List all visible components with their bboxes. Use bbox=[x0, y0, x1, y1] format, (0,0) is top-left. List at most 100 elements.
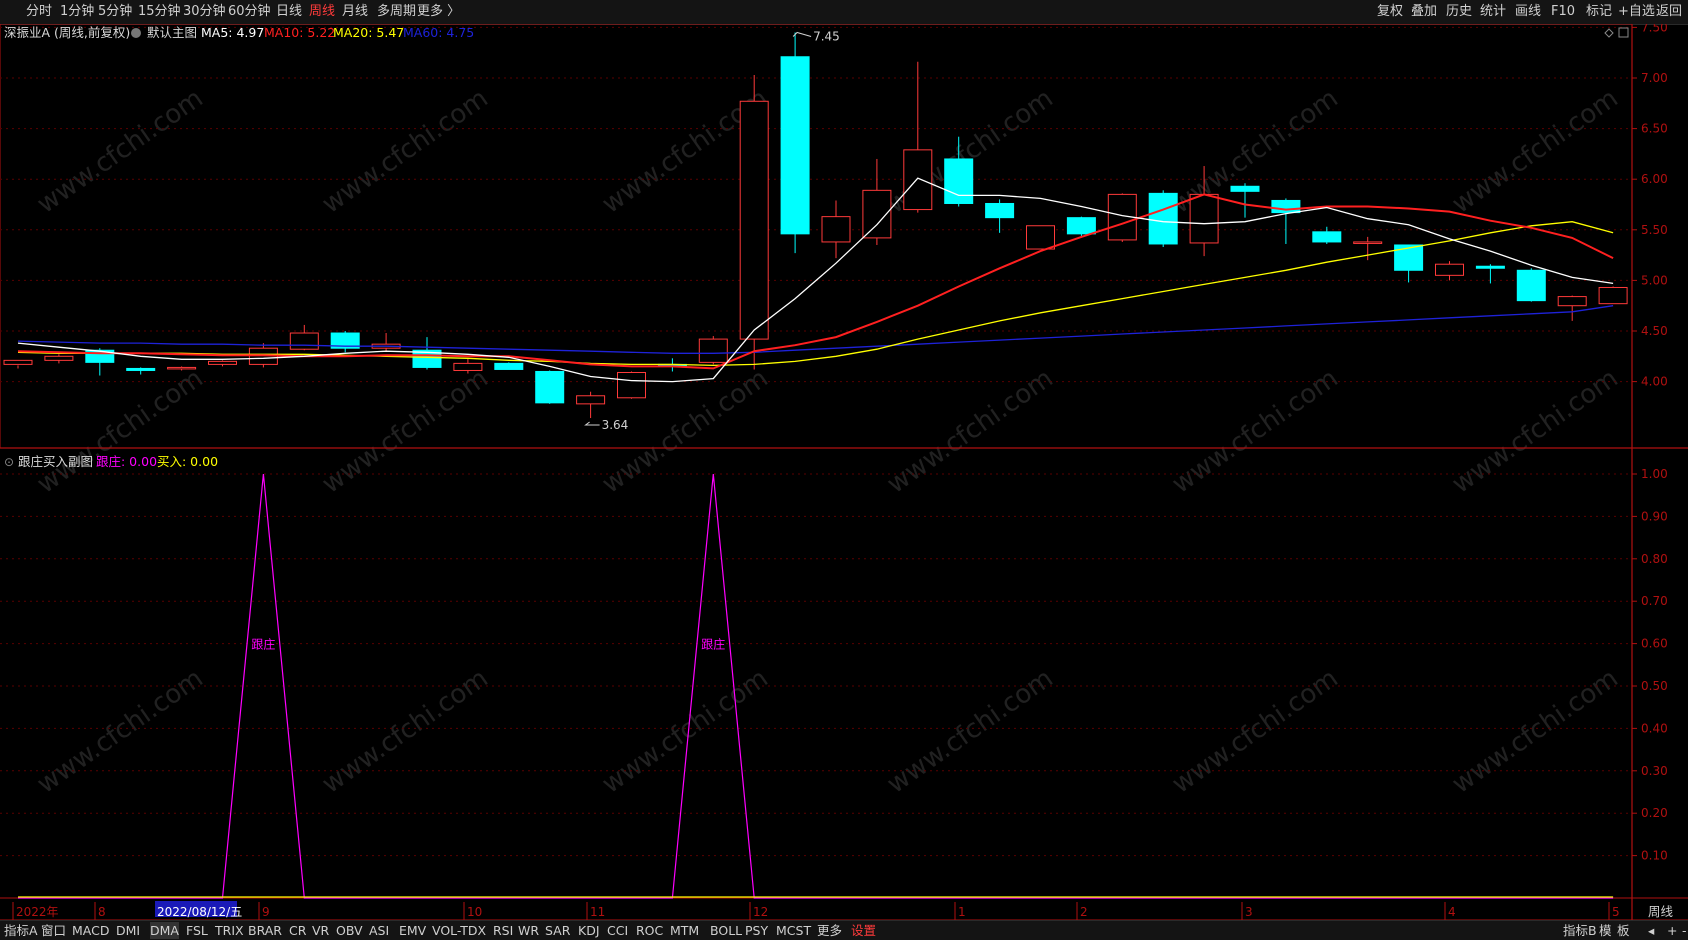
indicator-tab-3[interactable]: DMI bbox=[116, 922, 140, 939]
indicator-tab-2[interactable]: MACD bbox=[72, 922, 109, 939]
watermark-text: www.cfchi.com bbox=[1447, 83, 1624, 219]
candle-body-up bbox=[1598, 286, 1628, 305]
indicator-tab-12[interactable]: EMV bbox=[399, 922, 426, 939]
chart-area[interactable]: www.cfchi.com www.cfchi.com www.cfchi.com w… bbox=[0, 24, 1688, 920]
ma-label-2: MA20: 5.47 bbox=[333, 25, 404, 40]
bottom-right-item-5[interactable]: - bbox=[1682, 922, 1687, 939]
candle-body-up bbox=[617, 371, 646, 399]
candle-body-up bbox=[289, 332, 319, 350]
bottom-right-item-1[interactable]: 模 bbox=[1599, 922, 1612, 939]
watermark-text: www.cfchi.com bbox=[1447, 363, 1624, 499]
bottom-right-item-0[interactable]: 指标B bbox=[1563, 922, 1597, 939]
indicator-tab-5[interactable]: FSL bbox=[186, 922, 208, 939]
watermark-text: www.cfchi.com bbox=[597, 663, 774, 799]
chart-label: 默认主图 bbox=[147, 25, 197, 40]
candle-body-down bbox=[494, 362, 524, 370]
indicator-tab-23[interactable]: MCST bbox=[776, 922, 811, 939]
max-price-arrow bbox=[792, 31, 812, 37]
indicator-tab-11[interactable]: ASI bbox=[369, 922, 389, 939]
candle-body-up bbox=[821, 216, 851, 243]
main-panel-frame bbox=[0, 24, 1633, 449]
watermark-text: www.cfchi.com bbox=[882, 363, 1059, 499]
bottom-right-item-3[interactable]: ◂ bbox=[1648, 922, 1654, 939]
indicator-tab-9[interactable]: VR bbox=[312, 922, 329, 939]
candle-body-up bbox=[1557, 296, 1587, 307]
indicator-tab-19[interactable]: ROC bbox=[636, 922, 663, 939]
watermark-text: www.cfchi.com bbox=[1447, 663, 1624, 799]
xaxis-label: 5 bbox=[1612, 905, 1620, 919]
candle-body-down bbox=[1066, 217, 1096, 235]
toolbar-right-item-4[interactable]: 画线 bbox=[1515, 3, 1541, 21]
indicator-tab-14[interactable]: RSI bbox=[493, 922, 513, 939]
candle-body-down bbox=[780, 56, 810, 235]
sub-ytick-label: 0.90 bbox=[1641, 509, 1668, 523]
indicator-tab-1[interactable]: 窗口 bbox=[41, 922, 66, 939]
candle-body-down bbox=[535, 370, 565, 404]
main-ytick-label: 5.50 bbox=[1641, 223, 1668, 237]
toolbar-right-item-8[interactable]: 返回 bbox=[1656, 3, 1682, 21]
period-tab-6[interactable]: 日线 bbox=[276, 3, 302, 21]
indicator-tab-22[interactable]: PSY bbox=[745, 922, 768, 939]
indicator-tab-8[interactable]: CR bbox=[289, 922, 306, 939]
period-tab-3[interactable]: 15分钟 bbox=[138, 3, 181, 21]
toolbar-right-item-6[interactable]: 标记 bbox=[1586, 3, 1612, 21]
main-ytick-label: 4.50 bbox=[1641, 324, 1668, 338]
candle-body-up bbox=[1353, 241, 1383, 244]
period-tab-1[interactable]: 1分钟 bbox=[60, 3, 94, 21]
main-ytick-label: 7.00 bbox=[1641, 71, 1668, 85]
genzhuang-peak-label: 跟庄 bbox=[251, 637, 275, 652]
sub-ytick-label: 0.40 bbox=[1641, 721, 1668, 735]
ma-label-1: MA10: 5.22 bbox=[264, 25, 335, 40]
indicator-tab-18[interactable]: CCI bbox=[607, 922, 628, 939]
period-tab-2[interactable]: 5分钟 bbox=[98, 3, 132, 21]
sub-ytick-label: 0.20 bbox=[1641, 806, 1668, 820]
watermark-text: www.cfchi.com bbox=[317, 363, 494, 499]
period-tab-4[interactable]: 30分钟 bbox=[183, 3, 226, 21]
candle-body-down bbox=[1148, 192, 1178, 245]
bottom-right-item-4[interactable]: + bbox=[1667, 922, 1677, 939]
indicator-tab-25[interactable]: 设置 bbox=[851, 922, 876, 939]
ma-label-0: MA5: 4.97 bbox=[201, 25, 264, 40]
xaxis-label: 1 bbox=[958, 905, 966, 919]
indicator-tab-17[interactable]: KDJ bbox=[578, 922, 600, 939]
indicator-tab-15[interactable]: WR bbox=[518, 922, 539, 939]
watermark-text: www.cfchi.com bbox=[1167, 363, 1344, 499]
bottom-indicator-bar: 指标A 窗口 MACD DMI DMA FSL TRIX BRAR CR VR OBV ASI EMV V… bbox=[0, 920, 1688, 940]
toolbar-right-item-5[interactable]: F10 bbox=[1551, 3, 1575, 21]
toolbar-right-item-7[interactable]: +自选 bbox=[1618, 3, 1655, 21]
main-ytick-label: 6.50 bbox=[1641, 122, 1668, 136]
indicator-tab-13[interactable]: VOL-TDX bbox=[432, 922, 486, 939]
bottom-right-item-2[interactable]: 板 bbox=[1617, 922, 1630, 939]
indicator-tab-20[interactable]: MTM bbox=[670, 922, 699, 939]
period-tab-5[interactable]: 60分钟 bbox=[228, 3, 271, 21]
genzhuang-line bbox=[18, 473, 1614, 899]
period-tab-7[interactable]: 周线 bbox=[309, 3, 335, 21]
candle-body-up bbox=[1189, 193, 1219, 244]
period-tab-0[interactable]: 分时 bbox=[26, 3, 52, 21]
indicator-tab-21[interactable]: BOLL bbox=[710, 922, 742, 939]
watermark-text: www.cfchi.com bbox=[317, 663, 494, 799]
toolbar-right-item-3[interactable]: 统计 bbox=[1480, 3, 1506, 21]
candle-body-up bbox=[698, 338, 728, 363]
indicator-tab-24[interactable]: 更多 bbox=[817, 922, 842, 939]
toolbar-right-item-2[interactable]: 历史 bbox=[1446, 3, 1472, 21]
watermark-text: www.cfchi.com bbox=[32, 363, 209, 499]
candle-body-down bbox=[985, 202, 1015, 219]
toolbar-right-item-0[interactable]: 复权 bbox=[1377, 3, 1403, 21]
candle-body-down bbox=[944, 158, 974, 204]
sub-ytick-label: 0.60 bbox=[1641, 637, 1668, 651]
indicator-tab-10[interactable]: OBV bbox=[336, 922, 363, 939]
toolbar-right-item-1[interactable]: 叠加 bbox=[1411, 3, 1437, 21]
indicator-tab-0[interactable]: 指标A bbox=[4, 922, 38, 939]
indicator-tab-7[interactable]: BRAR bbox=[248, 922, 282, 939]
period-tab-8[interactable]: 月线 bbox=[342, 3, 368, 21]
indicator-tab-4[interactable]: DMA bbox=[150, 922, 179, 939]
max-price-label: 7.45 bbox=[813, 29, 840, 43]
xaxis-label: 9 bbox=[262, 905, 270, 919]
candle-body-down bbox=[1230, 185, 1260, 192]
indicator-tab-6[interactable]: TRIX bbox=[215, 922, 244, 939]
indicator-tab-16[interactable]: SAR bbox=[545, 922, 570, 939]
main-ytick-label: 4.00 bbox=[1641, 375, 1668, 389]
period-tab-9[interactable]: 多周期 bbox=[377, 3, 416, 21]
period-tab-10[interactable]: 更多 〉 bbox=[417, 3, 460, 21]
